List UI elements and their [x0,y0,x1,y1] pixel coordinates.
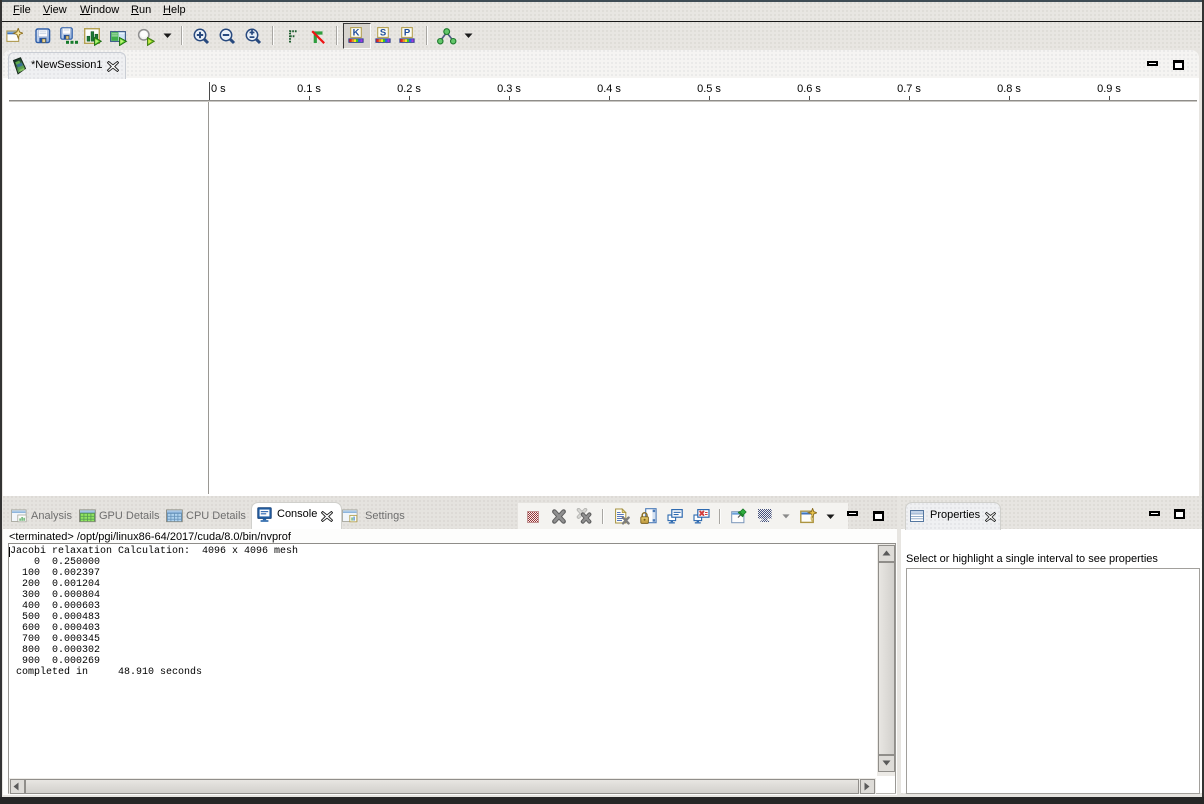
svg-text:P: P [404,28,411,39]
svg-text:S: S [380,28,386,39]
svg-text:K: K [353,28,360,39]
